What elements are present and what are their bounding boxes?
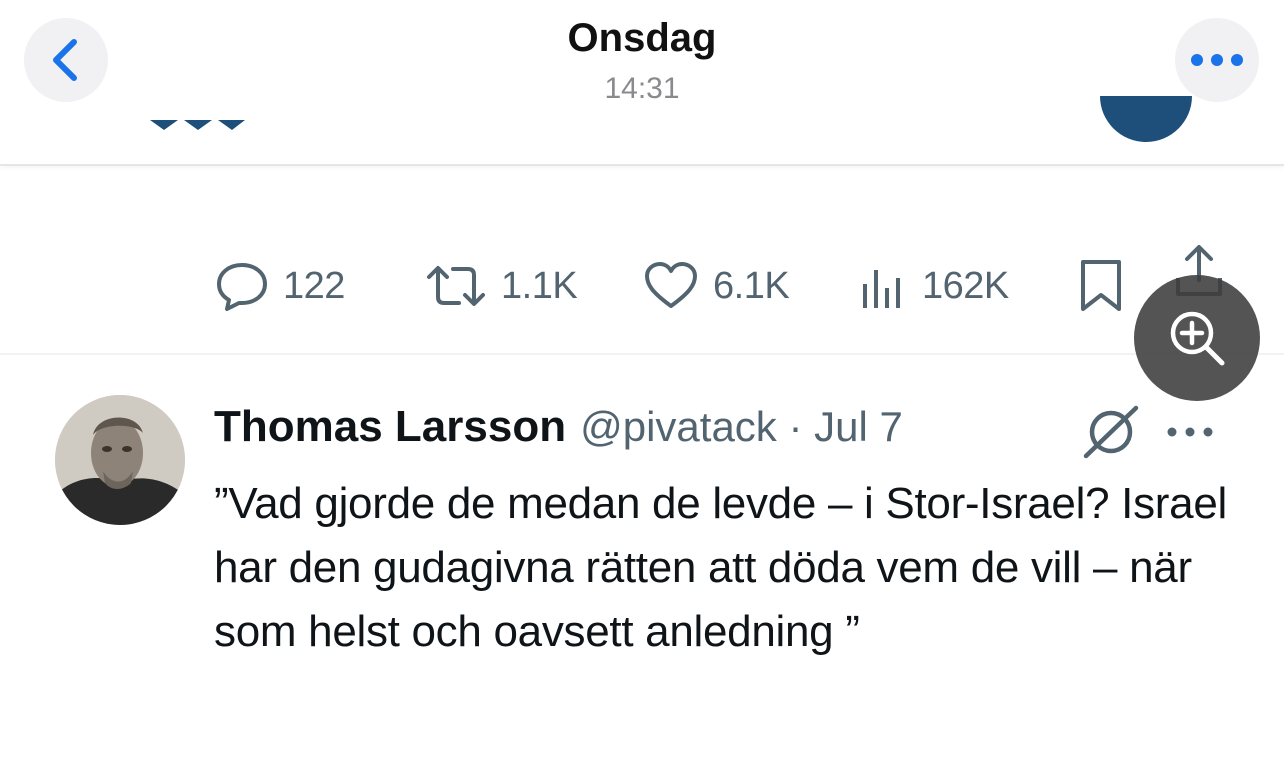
views-count: 162K <box>922 264 1009 307</box>
bookmark-action[interactable] <box>1078 258 1124 314</box>
author-handle-date[interactable]: @pivatack · Jul 7 <box>580 403 903 451</box>
retweet-count: 1.1K <box>501 264 578 307</box>
ellipsis-icon <box>1191 54 1243 66</box>
zoom-button[interactable] <box>1134 275 1260 401</box>
author-name[interactable]: Thomas Larsson <box>214 402 566 452</box>
page-timestamp: 14:31 <box>604 72 680 105</box>
tweet-body: ”Vad gjorde de medan de levde – i Stor-I… <box>214 479 1227 656</box>
like-count: 6.1K <box>713 264 790 307</box>
zoom-in-icon <box>1170 311 1225 366</box>
top-navigation-bar: Onsdag 14:31 <box>0 0 1284 164</box>
more-options-button[interactable] <box>1175 18 1259 102</box>
partial-content-peek <box>150 118 245 139</box>
tweet-header-icons <box>1080 404 1214 460</box>
heart-icon <box>645 262 697 308</box>
views-chart-icon <box>863 270 900 308</box>
grok-icon[interactable] <box>1080 404 1142 460</box>
tweet-more-icon[interactable] <box>1166 426 1214 438</box>
reply-icon <box>217 263 267 311</box>
tweet-header: Thomas Larsson @pivatack · Jul 7 <box>214 402 903 458</box>
reply-count: 122 <box>283 264 345 307</box>
avatar[interactable] <box>55 395 185 525</box>
tweet-action-bar: 122 1.1K 6.1K 162K <box>0 240 1284 330</box>
reply-action[interactable]: 122 <box>215 258 345 314</box>
page-title: Onsdag <box>567 16 717 60</box>
like-action[interactable]: 6.1K <box>643 258 790 314</box>
views-action[interactable]: 162K <box>860 258 1009 314</box>
retweet-icon <box>427 266 485 306</box>
retweet-action[interactable]: 1.1K <box>425 258 578 314</box>
bookmark-icon <box>1081 260 1121 311</box>
header-divider <box>0 164 1284 166</box>
section-divider <box>0 353 1284 355</box>
